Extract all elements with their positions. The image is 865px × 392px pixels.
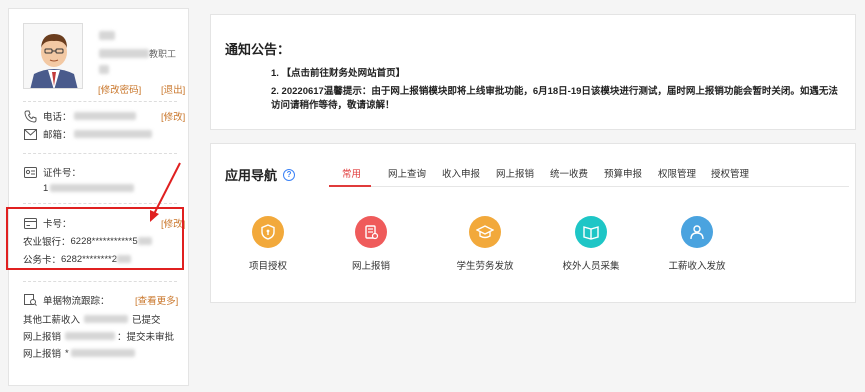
app-label: 项目授权 bbox=[248, 261, 287, 272]
change-password-link[interactable]: [修改密码] bbox=[98, 82, 141, 96]
id-card-row: 证件号： bbox=[23, 165, 81, 179]
tracking-item-status: * bbox=[65, 347, 69, 359]
user-info-panel: 教职工 [修改密码] [退出] 电话： [修改] 邮箱： 证件号： 1 卡号： bbox=[8, 8, 189, 386]
logout-link[interactable]: [退出] bbox=[161, 82, 185, 96]
app-online-reimbursement[interactable]: 网上报销 bbox=[326, 216, 416, 272]
notice-panel: 通知公告： 1. 【点击前往财务处网站首页】 2. 20220617温馨提示：由… bbox=[210, 14, 856, 130]
user-dept-redacted bbox=[99, 65, 109, 74]
tab-income-declaration[interactable]: 收入申报 bbox=[442, 166, 480, 180]
avatar bbox=[23, 23, 83, 89]
tracking-item-status: 已提交 bbox=[132, 315, 161, 326]
id-card-value: 1 bbox=[43, 181, 135, 195]
app-student-labor-payment[interactable]: 学生劳务发放 bbox=[440, 216, 530, 272]
email-icon bbox=[23, 127, 37, 141]
tracking-item[interactable]: 其他工薪收入 已提交 bbox=[23, 312, 161, 326]
phone-row: 电话： bbox=[23, 109, 136, 123]
tab-permission-management[interactable]: 权限管理 bbox=[658, 166, 696, 180]
user-name-redacted bbox=[99, 31, 115, 40]
tab-budget-declaration[interactable]: 预算申报 bbox=[604, 166, 642, 180]
tabs-divider bbox=[329, 186, 849, 187]
email-row: 邮箱： bbox=[23, 127, 152, 141]
email-label: 邮箱： bbox=[43, 130, 72, 141]
tracking-item-type: 网上报销 bbox=[23, 332, 62, 343]
divider bbox=[23, 203, 177, 204]
app-salary-income-payment[interactable]: 工薪收入发放 bbox=[652, 216, 742, 272]
active-tab-indicator bbox=[329, 185, 371, 187]
document-icon bbox=[355, 216, 387, 248]
tracking-item-type: 其他工薪收入 bbox=[23, 315, 81, 326]
notice-item: 访问请稍作等待，敬请谅解！ bbox=[271, 100, 395, 111]
apps-title: 应用导航 ? bbox=[225, 165, 296, 184]
app-label: 校外人员采集 bbox=[562, 261, 620, 272]
tab-authorization-management[interactable]: 授权管理 bbox=[711, 166, 749, 180]
id-card-prefix: 1 bbox=[43, 182, 49, 194]
app-label: 工薪收入发放 bbox=[668, 261, 726, 272]
tab-unified-charging[interactable]: 统一收费 bbox=[550, 166, 588, 180]
id-card-label: 证件号： bbox=[43, 168, 82, 179]
divider bbox=[23, 101, 177, 102]
phone-value-redacted bbox=[73, 112, 136, 120]
tracking-item[interactable]: 网上报销 ：提交未审批 bbox=[23, 329, 174, 343]
divider bbox=[23, 281, 177, 282]
view-more-link[interactable]: [查看更多] bbox=[135, 293, 178, 307]
phone-icon bbox=[23, 109, 37, 123]
tab-online-query[interactable]: 网上查询 bbox=[388, 166, 426, 180]
highlight-box bbox=[6, 207, 184, 270]
notice-item-link[interactable]: 1. 【点击前往财务处网站首页】 bbox=[271, 67, 405, 80]
email-value-redacted bbox=[73, 130, 152, 138]
app-label: 网上报销 bbox=[351, 261, 390, 272]
notice-title: 通知公告： bbox=[225, 42, 291, 57]
book-icon bbox=[575, 216, 607, 248]
graduation-cap-icon bbox=[469, 216, 501, 248]
tracking-item-redacted bbox=[65, 332, 116, 340]
help-icon[interactable]: ? bbox=[283, 168, 296, 181]
user-id-redacted bbox=[99, 49, 149, 58]
tracking-item-redacted bbox=[70, 349, 135, 357]
app-project-authorization[interactable]: 项目授权 bbox=[223, 216, 313, 272]
tracking-item-status: ：提交未审批 bbox=[117, 332, 175, 343]
tracking-item-redacted bbox=[84, 315, 129, 323]
shield-icon bbox=[252, 216, 284, 248]
app-label: 学生劳务发放 bbox=[456, 261, 514, 272]
notice-item: 2. 20220617温馨提示：由于网上报销模块即将上线审批功能，6月18日-1… bbox=[271, 86, 838, 97]
tracking-item[interactable]: 网上报销 * bbox=[23, 346, 135, 360]
user-role: 教职工 bbox=[149, 49, 177, 59]
tab-online-reimbursement[interactable]: 网上报销 bbox=[496, 166, 534, 180]
apps-title-text: 应用导航 bbox=[225, 168, 278, 183]
tab-common[interactable]: 常用 bbox=[342, 166, 361, 180]
app-external-personnel-collection[interactable]: 校外人员采集 bbox=[546, 216, 636, 272]
app-navigation-panel: 应用导航 ? 常用 网上查询 收入申报 网上报销 统一收费 预算申报 权限管理 … bbox=[210, 143, 856, 303]
edit-contact-link[interactable]: [修改] bbox=[161, 109, 185, 123]
tracking-icon bbox=[23, 293, 37, 307]
tracking-title: 单据物流跟踪： bbox=[43, 296, 110, 307]
person-icon bbox=[681, 216, 713, 248]
tracking-item-type: 网上报销 bbox=[23, 349, 62, 360]
phone-label: 电话： bbox=[43, 112, 72, 123]
id-card-icon bbox=[23, 165, 37, 179]
id-card-number-redacted bbox=[50, 184, 135, 192]
divider bbox=[23, 153, 177, 154]
tracking-row: 单据物流跟踪： bbox=[23, 293, 110, 307]
